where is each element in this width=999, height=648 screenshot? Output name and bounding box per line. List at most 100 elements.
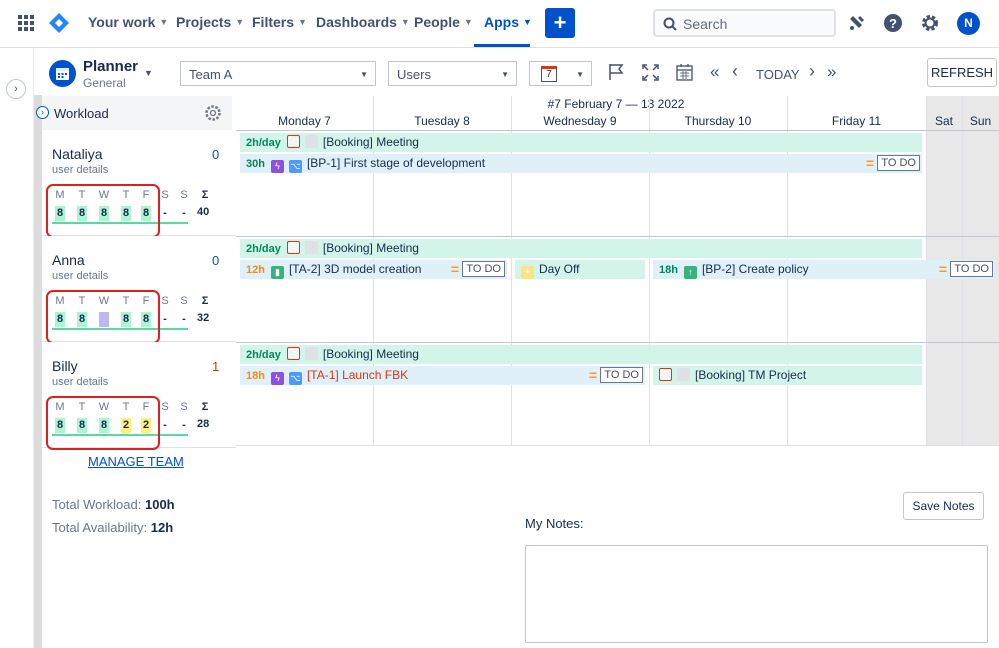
user-name[interactable]: Anna: [52, 252, 85, 268]
nav-people[interactable]: People▼: [414, 14, 473, 30]
user-total-hours: 28: [197, 418, 209, 430]
week-label: #7 February 7 — 13 2022: [536, 97, 696, 111]
chevron-down-icon: ▼: [501, 70, 509, 79]
flag-icon[interactable]: [607, 63, 625, 81]
planner-menu-chevron-icon[interactable]: ▼: [144, 68, 153, 78]
fast-back-button[interactable]: «: [710, 62, 719, 82]
task-title: [Booking] TM Project: [695, 368, 806, 382]
nav-apps[interactable]: Apps ▼: [484, 14, 532, 30]
manage-team-link[interactable]: MANAGE TEAM: [88, 454, 184, 469]
task-bar[interactable]: 18h↑[BP-2] Create policy=TO DO: [653, 260, 995, 279]
task-title: [TA-1] Launch FBK: [307, 368, 408, 382]
jira-logo-icon[interactable]: [48, 12, 70, 34]
task-hours: 2h/day: [246, 243, 281, 255]
task-bar[interactable]: [Booking] TM Project: [653, 366, 922, 385]
task-hours: 18h: [659, 264, 678, 276]
checkbox-icon: [305, 241, 318, 254]
task-bar[interactable]: 2h/day[Booking] Meeting: [240, 239, 922, 258]
fast-forward-button[interactable]: »: [827, 62, 836, 82]
task-bar[interactable]: 12h▮[TA-2] 3D model creation=TO DO: [240, 260, 507, 279]
expand-sidebar-button[interactable]: ›: [6, 79, 26, 99]
sidebar-collapsed: [0, 48, 34, 648]
day-hours: -: [179, 206, 189, 221]
planner-calendar-icon: [49, 60, 76, 87]
team-select[interactable]: Team A▼: [180, 61, 376, 86]
nav-filters[interactable]: Filters▼: [252, 14, 307, 30]
status-badge[interactable]: TO DO: [950, 261, 993, 277]
nav-apps-label: Apps: [484, 14, 519, 30]
task-bar[interactable]: 2h/day[Booking] Meeting: [240, 345, 922, 364]
task-bar[interactable]: ☀Day Off: [515, 260, 645, 279]
today-button[interactable]: TODAY: [756, 67, 800, 82]
total-workload-value: 100h: [145, 497, 175, 512]
day-letter: S: [159, 189, 171, 201]
panel-divider: [34, 95, 42, 648]
forward-button[interactable]: ›: [809, 61, 815, 82]
chevron-down-icon: ▼: [401, 17, 410, 27]
task-bar[interactable]: 30hϟ⌥[BP-1] First stage of development=T…: [240, 154, 922, 173]
planner-title: Planner: [83, 58, 138, 75]
view-mode-value: Users: [397, 67, 431, 82]
checkbox-icon: [305, 347, 318, 360]
day-hours: -: [160, 206, 170, 221]
avatar[interactable]: N: [957, 12, 980, 35]
search-input[interactable]: Search: [653, 9, 836, 37]
day-letter: Σ: [199, 401, 211, 413]
top-navigation: Your work▼ Projects▼ Filters▼ Dashboards…: [0, 0, 999, 48]
create-button[interactable]: +: [545, 8, 575, 38]
day-letter: S: [178, 189, 190, 201]
calendar-picker-icon[interactable]: [676, 63, 693, 81]
workload-settings-gear-icon[interactable]: [204, 104, 222, 122]
notifications-icon[interactable]: [847, 13, 867, 33]
refresh-button[interactable]: REFRESH: [927, 58, 997, 87]
save-notes-button[interactable]: Save Notes: [903, 492, 984, 520]
nav-your-work[interactable]: Your work▼: [88, 14, 168, 30]
total-workload-label: Total Workload:: [52, 497, 141, 512]
days-count-select[interactable]: 7 ▼: [529, 61, 592, 86]
day-letter: S: [178, 401, 190, 413]
calendar-icon: [287, 135, 300, 148]
user-details-link[interactable]: user details: [52, 376, 108, 388]
day-letter: S: [178, 295, 190, 307]
workload-title: Workload: [54, 106, 109, 121]
day-letter: Σ: [199, 189, 211, 201]
back-button[interactable]: ‹: [732, 61, 738, 82]
user-name[interactable]: Billy: [52, 358, 78, 374]
chevron-down-icon: ▼: [523, 17, 532, 27]
status-badge[interactable]: TO DO: [462, 261, 505, 277]
nav-projects[interactable]: Projects▼: [176, 14, 244, 30]
collapse-chevron-icon[interactable]: ›: [36, 106, 49, 119]
workload-header: › Workload: [42, 96, 232, 130]
view-mode-select[interactable]: Users ▼: [388, 61, 517, 86]
task-bar[interactable]: 18hϟ⌥[TA-1] Launch FBK=TO DO: [240, 366, 645, 385]
checkbox-icon: [305, 135, 318, 148]
day-header: Sun: [962, 114, 999, 128]
day-header: Wednesday 9: [511, 114, 649, 128]
status-badge[interactable]: TO DO: [600, 367, 643, 383]
day-header: Tuesday 8: [373, 114, 511, 128]
task-bar[interactable]: 2h/day[Booking] Meeting: [240, 133, 922, 152]
search-icon: [663, 17, 677, 31]
notes-textarea[interactable]: [525, 545, 988, 643]
task-title: Day Off: [539, 262, 579, 276]
chevron-down-icon: ▼: [159, 17, 168, 27]
nav-projects-label: Projects: [176, 14, 231, 30]
day-hours: -: [179, 312, 189, 327]
subtask-icon: ⌥: [289, 372, 302, 385]
epic-icon: ϟ: [271, 372, 284, 385]
user-details-link[interactable]: user details: [52, 270, 108, 282]
help-icon[interactable]: ?: [883, 13, 903, 33]
day-header: Friday 11: [787, 114, 926, 128]
fullscreen-icon[interactable]: [642, 64, 659, 81]
task-title: [Booking] Meeting: [323, 135, 419, 149]
settings-gear-icon[interactable]: [920, 13, 940, 33]
checkbox-icon: [677, 368, 690, 381]
nav-dashboards[interactable]: Dashboards▼: [316, 14, 410, 30]
user-name[interactable]: Nataliya: [52, 146, 103, 162]
row-divider: [236, 130, 999, 131]
app-switcher-icon[interactable]: [18, 15, 34, 31]
status-badge[interactable]: TO DO: [877, 155, 920, 171]
user-total-hours: 40: [197, 206, 209, 218]
day-header: Monday 7: [236, 114, 373, 128]
user-details-link[interactable]: user details: [52, 164, 108, 176]
